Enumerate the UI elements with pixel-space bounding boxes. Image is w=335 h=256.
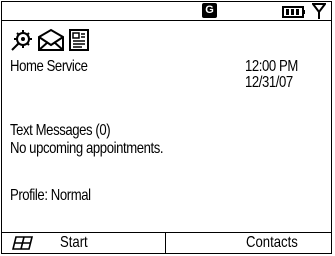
status-bar: G [2, 2, 331, 21]
profile-status[interactable]: Profile: Normal [10, 187, 91, 205]
softkey-bar: Start Contacts [2, 232, 331, 253]
message-envelope-icon[interactable] [38, 28, 64, 52]
settings-icon[interactable] [10, 28, 34, 52]
network-badge: G [202, 3, 217, 18]
contacts-softkey[interactable]: Contacts [246, 234, 298, 252]
signal-icon [312, 3, 326, 19]
phone-screen: G Home Service 12:00 PM 12/31/07 Text Me… [1, 1, 332, 254]
carrier-name: Home Service [10, 58, 88, 75]
softkey-divider [165, 233, 166, 253]
appointments-status[interactable]: No upcoming appointments. [10, 140, 164, 158]
battery-icon [282, 6, 305, 18]
calendar-icon[interactable] [68, 28, 90, 52]
clock-date: 12/31/07 [245, 74, 293, 91]
windows-flag-icon [12, 236, 34, 250]
start-softkey[interactable]: Start [60, 234, 88, 252]
text-messages-count[interactable]: Text Messages (0) [10, 122, 111, 140]
